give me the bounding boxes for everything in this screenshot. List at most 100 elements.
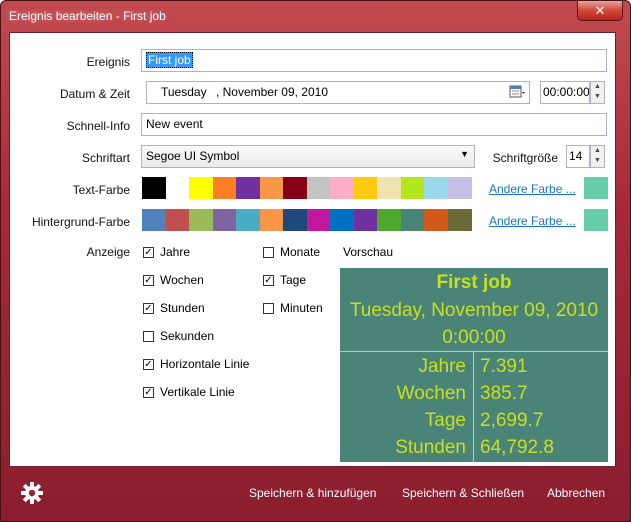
checkbox-label: Vertikale Linie [160,385,235,399]
checkbox-sekunden[interactable]: Sekunden [143,329,214,343]
event-name-value: First job [146,52,193,68]
dialog-body: Ereignis First job Datum & Zeit Tuesday … [9,32,616,467]
text-color-selected[interactable] [584,177,608,199]
date-picker[interactable]: Tuesday , November 09, 2010 [146,81,530,104]
bg-color-selected[interactable] [584,209,608,231]
checkbox-box[interactable] [263,302,274,314]
fontsize-spinner[interactable]: ▲ ▼ [590,145,605,168]
font-label: Schriftart [81,151,130,165]
text-color-swatch[interactable] [377,177,401,199]
checkbox-box[interactable] [263,246,274,258]
checkbox-box[interactable] [143,330,154,342]
bg-color-swatch[interactable] [212,209,237,231]
close-button[interactable]: ✕ [577,1,623,21]
checkmark-icon[interactable]: ✓ [143,386,154,398]
text-color-swatch[interactable] [447,177,472,199]
event-name-input[interactable]: First job [141,49,607,72]
checkmark-icon[interactable]: ✓ [143,274,154,286]
checkmark-icon[interactable]: ✓ [143,358,154,370]
fontsize-input[interactable]: 14 [566,145,590,168]
spin-down-icon[interactable]: ▼ [591,156,604,166]
checkbox-monate[interactable]: Monate [263,245,320,259]
time-input[interactable]: 00:00:00 [540,81,590,104]
bg-color-swatch[interactable] [330,209,354,231]
checkbox-stunden[interactable]: ✓ Stunden [143,301,205,315]
preview-panel: First job Tuesday, November 09, 2010 0:0… [340,268,608,462]
bg-color-swatch[interactable] [189,209,213,231]
time-spinner[interactable]: ▲ ▼ [590,81,605,104]
preview-row-value: 64,792.8 [480,437,554,458]
bg-color-swatch[interactable] [283,209,307,231]
checkbox-label: Horizontale Linie [160,357,250,371]
spin-down-icon[interactable]: ▼ [591,92,604,102]
spin-up-icon[interactable]: ▲ [591,146,604,156]
checkmark-icon[interactable]: ✓ [263,274,274,286]
title-bar[interactable]: Ereignis bearbeiten - First job ✕ [1,1,630,33]
gear-icon[interactable] [20,481,44,505]
font-dropdown[interactable]: Segoe UI Symbol ▼ [141,145,475,168]
calendar-icon[interactable] [509,84,525,100]
other-text-color-link[interactable]: Andere Farbe ... [489,182,576,196]
bgcolor-label: Hintergrund-Farbe [31,215,130,229]
text-color-swatch[interactable] [165,177,190,199]
date-rest: , November 09, 2010 [215,85,329,99]
checkmark-icon[interactable]: ✓ [143,246,154,258]
preview-row-value: 2,699.7 [480,410,544,431]
text-color-swatch[interactable] [283,177,307,199]
bg-color-swatch[interactable] [259,209,284,231]
preview-row-value: 7.391 [480,356,528,377]
textcolor-label: Text-Farbe [72,183,130,197]
bg-color-swatch[interactable] [353,209,378,231]
cancel-button[interactable]: Abbrechen [547,486,605,500]
text-color-swatch[interactable] [353,177,378,199]
save-and-close-button[interactable]: Speichern & Schließen [402,486,524,500]
event-editor-window: Ereignis bearbeiten - First job ✕ Ereign… [0,0,631,522]
bg-color-swatch[interactable] [165,209,190,231]
text-color-swatch[interactable] [212,177,237,199]
preview-row-value: 385.7 [480,383,528,404]
bg-color-swatch[interactable] [447,209,472,231]
bg-color-swatch[interactable] [142,209,166,231]
quickinfo-label: Schnell-Info [66,119,130,133]
checkbox-jahre[interactable]: ✓ Jahre [143,245,190,259]
date-weekday: Tuesday [161,85,207,99]
text-color-swatch[interactable] [400,177,425,199]
preview-row-name: Jahre [418,356,466,377]
other-bg-color-link[interactable]: Andere Farbe ... [489,214,576,228]
fontsize-label: Schriftgröße [492,151,558,165]
checkbox-vertikale-linie[interactable]: ✓ Vertikale Linie [143,385,235,399]
checkbox-wochen[interactable]: ✓ Wochen [143,273,204,287]
event-label: Ereignis [86,55,130,69]
checkbox-tage[interactable]: ✓ Tage [263,273,306,287]
checkbox-label: Sekunden [160,329,215,343]
text-color-swatch[interactable] [142,177,166,199]
preview-label: Vorschau [343,245,394,259]
checkbox-minuten[interactable]: Minuten [263,301,323,315]
bg-color-swatch[interactable] [236,209,260,231]
checkbox-horizontale-linie[interactable]: ✓ Horizontale Linie [143,357,249,371]
bg-color-swatch[interactable] [306,209,331,231]
bg-color-swatch[interactable] [400,209,425,231]
checkbox-label: Monate [280,245,321,259]
save-and-add-button[interactable]: Speichern & hinzufügen [249,486,376,500]
text-color-swatch[interactable] [306,177,331,199]
quickinfo-input[interactable]: New event [141,113,607,136]
text-color-swatch[interactable] [236,177,260,199]
preview-row-name: Wochen [396,383,466,404]
spin-up-icon[interactable]: ▲ [591,82,604,92]
preview-date: Tuesday, November 09, 2010 [349,300,599,321]
bg-color-swatch[interactable] [377,209,401,231]
checkbox-label: Jahre [160,245,191,259]
text-color-swatch[interactable] [259,177,284,199]
preview-title: First job [436,272,512,293]
bg-color-swatch[interactable] [424,209,448,231]
text-color-swatch[interactable] [424,177,448,199]
text-color-swatch[interactable] [330,177,354,199]
preview-horizontal-line [340,351,608,352]
text-color-swatch[interactable] [189,177,213,199]
checkmark-icon[interactable]: ✓ [143,302,154,314]
font-value: Segoe UI Symbol [146,149,240,163]
checkbox-label: Wochen [160,273,204,287]
display-label: Anzeige [86,245,130,259]
preview-row-name: Stunden [395,437,466,458]
